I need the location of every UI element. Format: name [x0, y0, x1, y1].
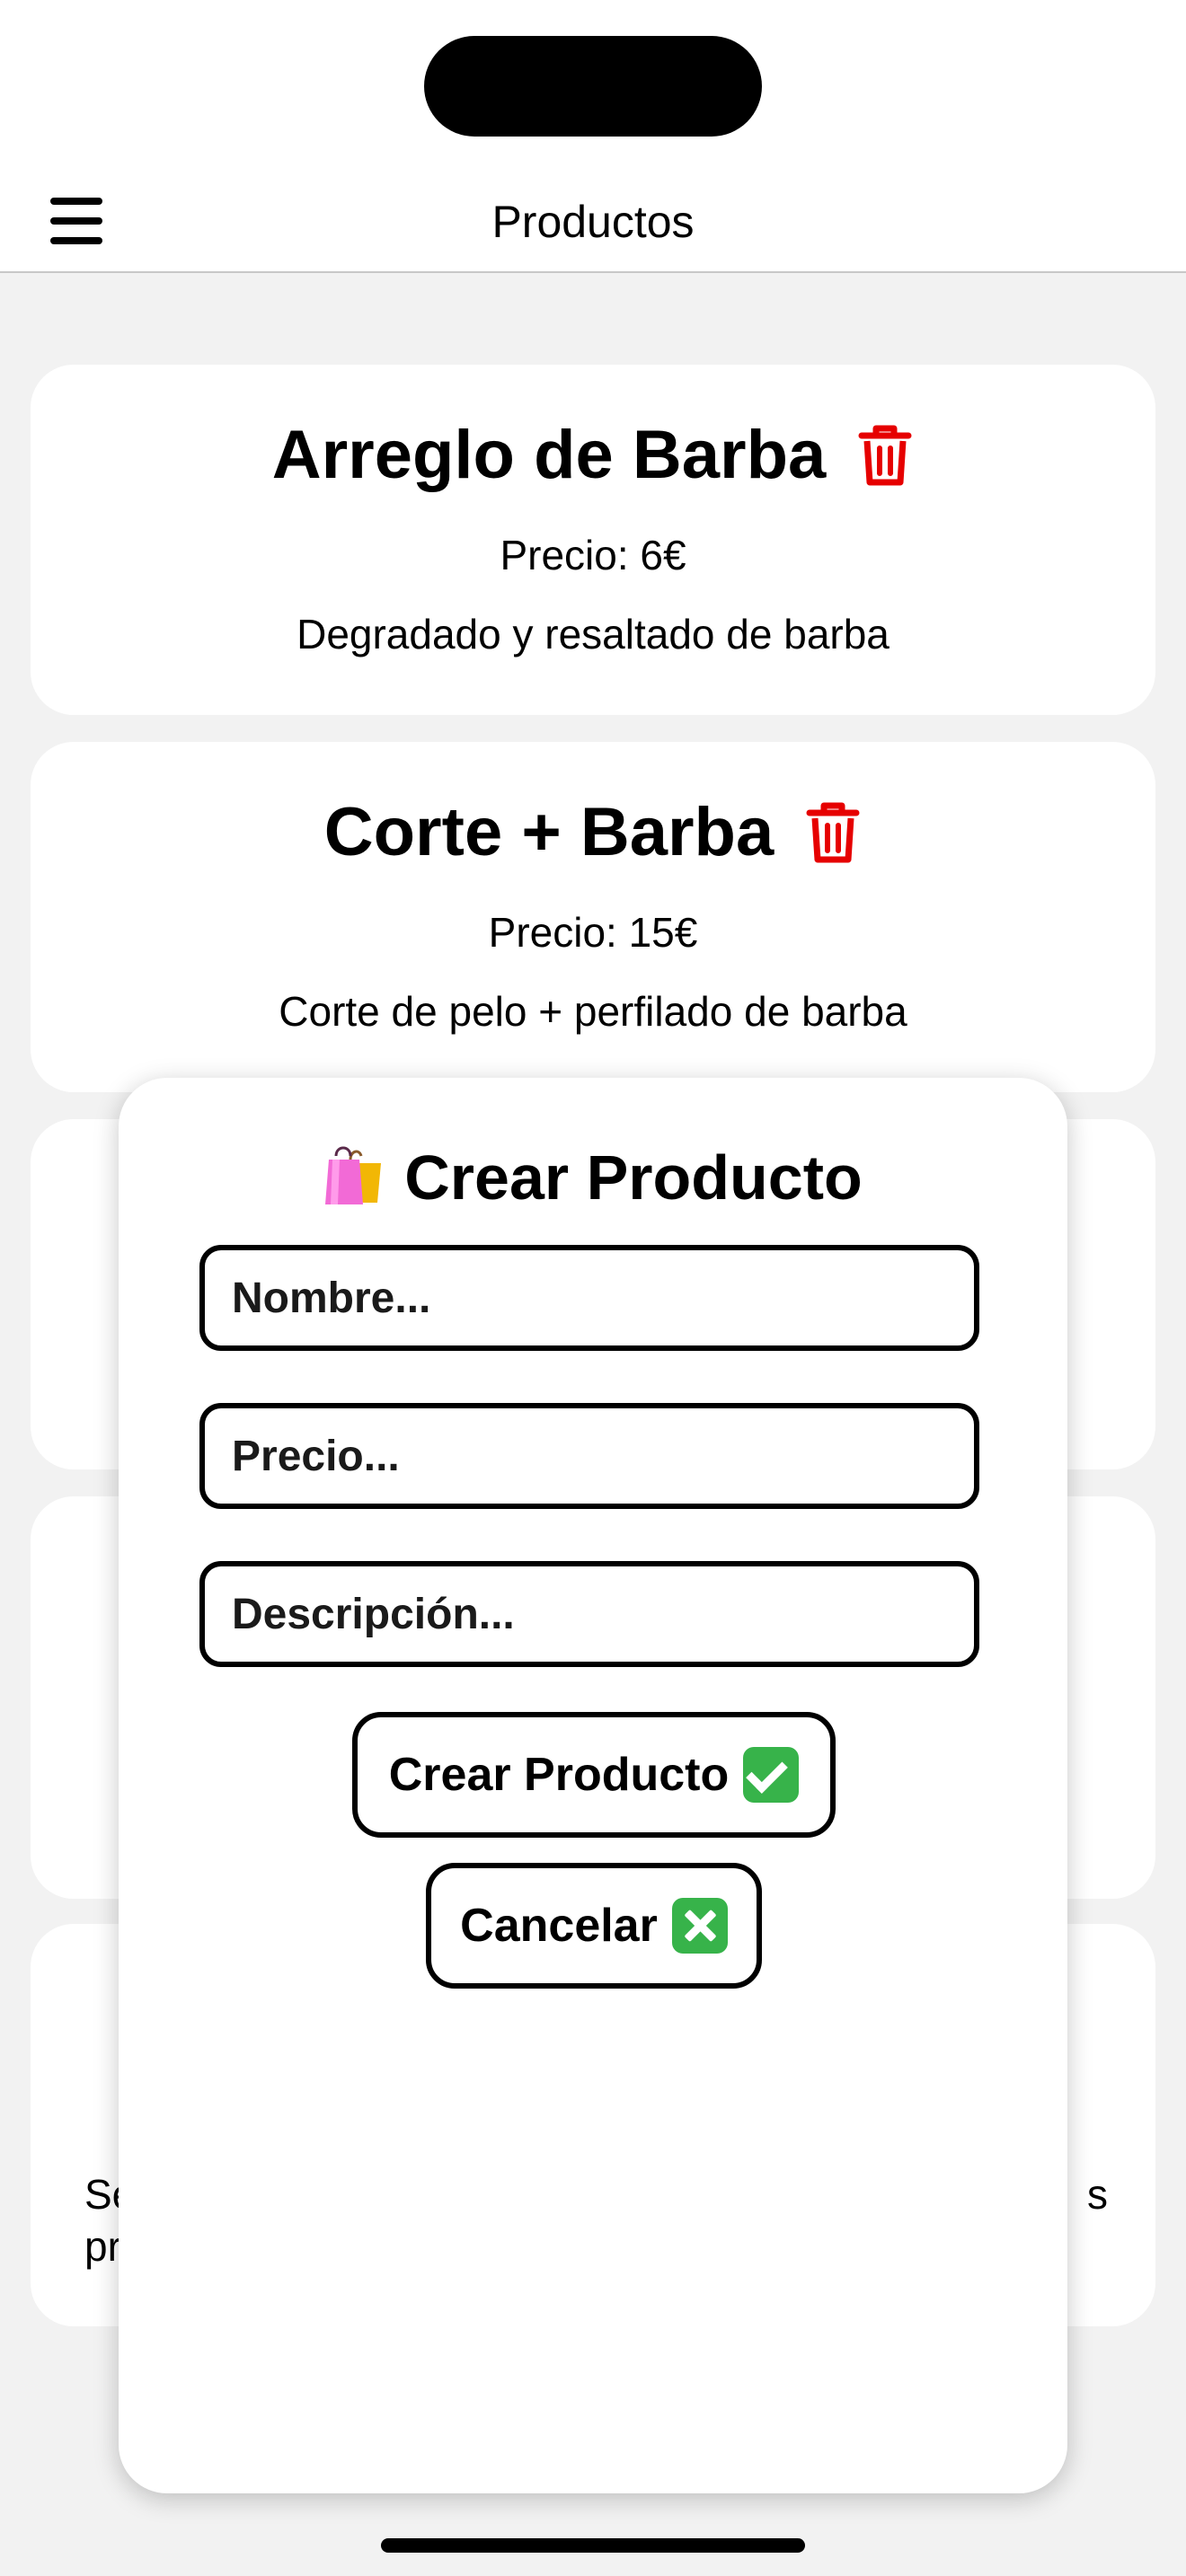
product-name: Arreglo de Barba [271, 417, 827, 493]
dynamic-island [424, 36, 762, 137]
top-navigation-bar: Productos [0, 171, 1186, 273]
page-title: Productos [491, 197, 695, 247]
product-description-partial: s [1087, 2171, 1108, 2218]
create-product-modal: Crear Producto Crear Producto Cancelar [119, 1078, 1067, 2493]
product-description: Degradado y resaltado de barba [296, 611, 890, 657]
cancel-button-label: Cancelar [460, 1900, 658, 1952]
product-price: Precio: 6€ [500, 532, 686, 578]
create-product-button-label: Crear Producto [388, 1749, 730, 1801]
modal-title-row: Crear Producto [119, 1137, 1067, 1218]
shopping-bags-icon [325, 1146, 382, 1204]
status-bar [0, 0, 1186, 171]
cancel-button[interactable]: Cancelar [426, 1863, 762, 1989]
modal-title: Crear Producto [404, 1142, 863, 1213]
product-card: Corte + Barba Precio: 15€ Corte de pelo … [31, 742, 1155, 1092]
product-card: Arreglo de Barba Precio: 6€ Degradado y … [31, 365, 1155, 715]
product-description-partial: pr [84, 2223, 121, 2270]
create-product-button[interactable]: Crear Producto [352, 1712, 836, 1838]
trash-icon[interactable] [804, 800, 862, 865]
trash-icon[interactable] [856, 423, 914, 488]
cross-mark-button-icon [671, 1898, 728, 1954]
home-indicator[interactable] [381, 2538, 805, 2553]
product-price: Precio: 15€ [488, 909, 698, 956]
check-mark-button-icon [743, 1747, 800, 1803]
product-description-input[interactable] [199, 1561, 979, 1667]
product-price-input[interactable] [199, 1403, 979, 1509]
product-name-input[interactable] [199, 1245, 979, 1351]
product-name: Corte + Barba [323, 794, 774, 870]
product-description: Corte de pelo + perfilado de barba [279, 988, 907, 1035]
